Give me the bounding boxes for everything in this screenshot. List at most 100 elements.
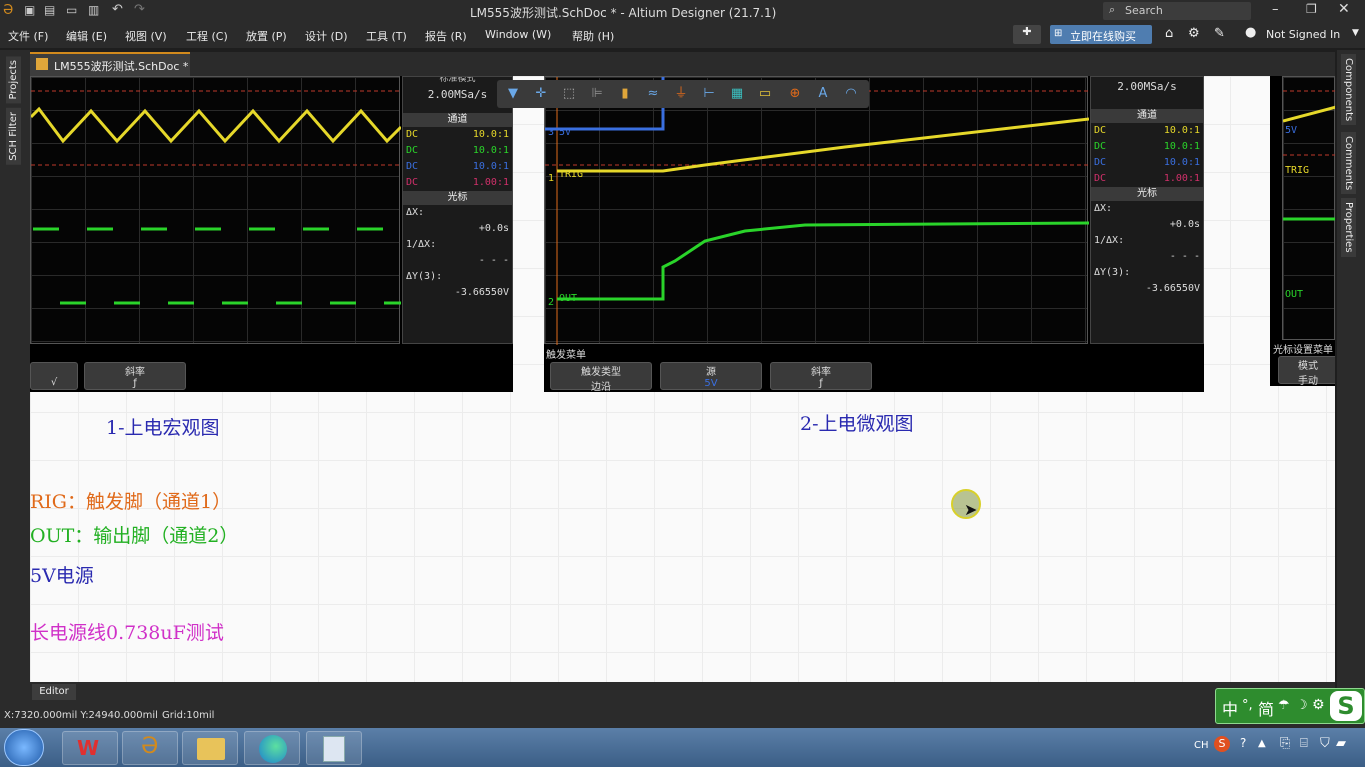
scope-image-2: 3 5V 1 TRIG 2 OUT 2.00MSa/s 通道 DC 10.0:1 … — [544, 76, 1204, 392]
taskbar-explorer-app[interactable] — [182, 731, 238, 765]
ime-mode[interactable]: 简 — [1258, 696, 1274, 720]
scope2-softkey-slope: 斜率 ƒ — [770, 362, 872, 390]
note-5v-power: 5V电源 — [30, 565, 94, 587]
save-all-icon[interactable]: ▤ — [44, 3, 55, 17]
ime-punct-icon[interactable]: °, — [1242, 698, 1253, 713]
taskbar-altium-app[interactable]: Ə — [122, 731, 178, 765]
buy-online-label: 立即在线购买 — [1070, 30, 1136, 43]
ime-toolbar[interactable]: 中 °, 简 ☂ ☽ ⚙ S — [1215, 688, 1365, 724]
directive-icon[interactable]: ⊕ — [787, 86, 803, 102]
scope1-inv-dx-value: - - - — [478, 255, 509, 266]
gear-icon[interactable]: ⚙ — [1188, 26, 1200, 41]
scope1-softkey-1: √ — [30, 362, 78, 390]
menu-edit[interactable]: 编辑 (E) — [66, 28, 107, 44]
menu-window[interactable]: Window (W) — [485, 28, 551, 41]
menu-help[interactable]: 帮助 (H) — [572, 28, 614, 44]
scope1-softkey-slope: 斜率 ƒ — [84, 362, 186, 390]
taskbar-doc-app[interactable] — [306, 731, 362, 765]
scope1-dy-value: -3.66550V — [454, 287, 509, 298]
taskbar-wps-app[interactable]: W — [62, 731, 118, 765]
ime-moon-icon[interactable]: ☽ — [1296, 698, 1308, 713]
scope1-ch4-row: DC 1.00:1 — [406, 177, 509, 188]
feedback-icon[interactable]: ✚ — [1013, 25, 1041, 44]
tray-usb-icon[interactable]: ⎘ — [1280, 736, 1290, 751]
softkey-title: 斜率 — [125, 367, 145, 378]
select-icon[interactable]: ⬚ — [561, 86, 577, 102]
scope2-ch1-row: DC 10.0:1 — [1094, 125, 1200, 136]
tray-signal-icon[interactable]: ▰ — [1336, 736, 1346, 751]
sogou-logo-icon: S — [1330, 691, 1362, 721]
panel-tab-properties[interactable]: Properties — [1341, 198, 1356, 257]
save-icon[interactable]: ▣ — [24, 3, 35, 17]
bus-icon[interactable]: ⊢ — [701, 86, 717, 102]
start-button[interactable] — [4, 729, 44, 766]
scope2-sample-rate: 2.00MSa/s — [1117, 80, 1177, 93]
scope2-dy-value: -3.66550V — [1145, 283, 1200, 294]
text-icon[interactable]: A — [815, 86, 831, 102]
buy-online-button[interactable]: ⊞ 立即在线购买 — [1050, 25, 1152, 44]
search-icon: ⌕ — [1109, 3, 1116, 16]
filter-icon[interactable]: ▼ — [505, 86, 521, 102]
harness-icon[interactable]: ▦ — [729, 86, 745, 102]
open-icon[interactable]: ▭ — [66, 3, 77, 17]
minimize-button[interactable]: – — [1272, 2, 1279, 17]
panel-tab-sch-filter[interactable]: SCH Filter — [6, 108, 21, 165]
open-project-icon[interactable]: ▥ — [88, 3, 99, 17]
tray-network-icon[interactable]: ⌸ — [1300, 736, 1308, 751]
grid-size: Grid:10mil — [162, 710, 215, 721]
editor-tab-strip: Editor — [30, 682, 1335, 700]
home-icon[interactable]: ⌂ — [1165, 26, 1173, 41]
tab-label: LM555波形测试.SchDoc * — [54, 60, 189, 73]
tab-editor[interactable]: Editor — [32, 684, 76, 700]
scope3-ch2-label: OUT — [1285, 289, 1304, 300]
menu-reports[interactable]: 报告 (R) — [425, 28, 467, 44]
document-icon — [323, 736, 345, 762]
menu-file[interactable]: 文件 (F) — [8, 28, 48, 44]
schematic-canvas[interactable]: 标准模式 2.00MSa/s 通道 DC 10.0:1 DC 10.0:1 DC 10… — [30, 76, 1335, 682]
ime-shirt-icon[interactable]: ☂ — [1278, 698, 1290, 713]
tray-help-icon[interactable]: ? — [1240, 736, 1246, 750]
panel-tab-components[interactable]: Components — [1341, 54, 1356, 126]
scope2-dx-value: +0.0s — [1169, 219, 1200, 230]
taskbar-edge-app[interactable] — [244, 731, 300, 765]
note-cap-test: 长电源线0.738uF测试 — [30, 622, 224, 644]
move-icon[interactable]: ✛ — [533, 86, 549, 102]
softkey-value: ƒ — [819, 378, 823, 389]
arc-icon[interactable]: ◠ — [843, 86, 859, 102]
extensions-icon[interactable]: ✎ — [1214, 26, 1225, 41]
maximize-button[interactable]: ❐ — [1306, 2, 1317, 16]
tab-lm555-schdoc[interactable]: LM555波形测试.SchDoc * — [30, 52, 190, 76]
scope2-ch4-row: DC 1.00:1 — [1094, 173, 1200, 184]
cart-icon: ⊞ — [1054, 28, 1063, 39]
ime-language[interactable]: 中 — [1222, 696, 1238, 720]
panel-tab-projects[interactable]: Projects — [6, 56, 21, 104]
align-icon[interactable]: ⊫ — [589, 86, 605, 102]
menu-tools[interactable]: 工具 (T) — [366, 28, 407, 44]
tray-shield-icon[interactable]: ⛉ — [1320, 736, 1330, 751]
power-port-icon[interactable]: ⏚ — [673, 86, 689, 102]
ime-settings-icon[interactable]: ⚙ — [1312, 697, 1325, 713]
chevron-down-icon[interactable]: ▼ — [1352, 28, 1359, 38]
redo-icon[interactable]: ↷ — [134, 2, 145, 17]
title-bar: Ə ▣ ▤ ▭ ▥ ↶ ↷ LM555波形测试.SchDoc * - Altiu… — [0, 0, 1365, 22]
undo-icon[interactable]: ↶ — [112, 2, 123, 17]
menu-project[interactable]: 工程 (C) — [186, 28, 228, 44]
scope3-plot: 5V TRIG OUT — [1282, 76, 1335, 340]
tray-language[interactable]: CH — [1194, 740, 1209, 751]
tray-sogou-icon[interactable]: S — [1214, 736, 1230, 752]
close-button[interactable]: ✕ — [1338, 1, 1350, 17]
scope1-ch2-row: DC 10.0:1 — [406, 145, 509, 156]
scope1-dx-label: ΔX: — [406, 207, 425, 218]
account-label[interactable]: Not Signed In — [1266, 28, 1340, 41]
menu-design[interactable]: 设计 (D) — [305, 28, 348, 44]
menu-place[interactable]: 放置 (P) — [246, 28, 287, 44]
menu-view[interactable]: 视图 (V) — [125, 28, 167, 44]
search-box[interactable]: ⌕ Search — [1103, 2, 1251, 20]
panel-tab-comments[interactable]: Comments — [1341, 132, 1356, 195]
component-icon[interactable]: ▮ — [617, 86, 633, 102]
scope3-ch3-label: 5V — [1285, 125, 1298, 136]
wire-icon[interactable]: ≈ — [645, 86, 661, 102]
scope1-dy-label: ΔY(3): — [406, 271, 443, 282]
tray-arrow-icon[interactable]: ▲ — [1258, 738, 1266, 749]
port-icon[interactable]: ▭ — [757, 86, 773, 102]
